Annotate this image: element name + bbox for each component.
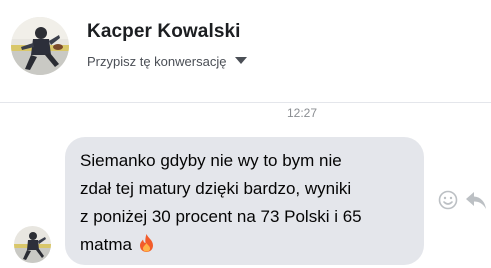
avatar-photo — [11, 17, 69, 75]
sender-avatar-photo — [14, 226, 51, 263]
message-timestamp: 12:27 — [286, 106, 318, 120]
contact-name[interactable]: Kacper Kowalski — [87, 21, 241, 43]
caret-down-icon[interactable] — [235, 52, 248, 70]
smiley-react-icon[interactable] — [438, 190, 458, 210]
sender-avatar[interactable] — [14, 226, 51, 263]
reply-arrow-icon[interactable] — [465, 191, 487, 211]
assign-conversation-dropdown[interactable]: Przypisz tę konwersację — [87, 52, 248, 70]
conversation-header: Kacper Kowalski Przypisz tę konwersację — [0, 0, 491, 103]
assign-conversation-label: Przypisz tę konwersację — [87, 53, 227, 69]
fire-icon — [139, 233, 154, 261]
message-text: Siemanko gdyby nie wy to bym nie zdał te… — [80, 151, 362, 254]
avatar[interactable] — [11, 17, 69, 75]
message-bubble: Siemanko gdyby nie wy to bym nie zdał te… — [65, 137, 424, 265]
